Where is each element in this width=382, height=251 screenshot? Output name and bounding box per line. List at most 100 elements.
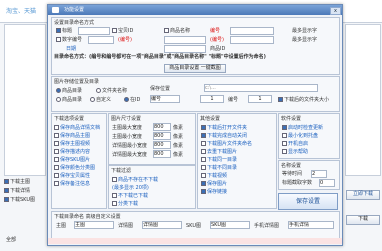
size-row-2-label: 详情图最小宽度: [112, 143, 148, 149]
naming-row2-field2[interactable]: [164, 36, 206, 44]
img-opt-2[interactable]: 文件夹名称: [96, 87, 127, 94]
dialog-title: 功能设置: [64, 7, 85, 13]
dl-item-4[interactable]: 保存SKU图片: [54, 156, 90, 163]
software-settings-group: 软件设置 启动时检查更新 最小化到托盘 开机自启 显示帮助: [278, 113, 340, 159]
download-now-button[interactable]: 立即下载: [346, 190, 380, 200]
save-path-input[interactable]: c:\...: [204, 84, 318, 92]
other-item-2[interactable]: 下载图片文件夹命名: [201, 140, 252, 147]
filter-group: 下载过滤 商品不存在不下载 (最多显示 20项) 不下载已下载 分类下载: [108, 165, 196, 209]
search-placeholder: 淘宝、天猫: [6, 8, 37, 15]
save-path-label: 保存位置: [150, 86, 171, 92]
naming-num-field[interactable]: [230, 27, 274, 35]
other-item-0[interactable]: 下载后打开文件夹: [201, 124, 247, 131]
dl-item-3[interactable]: 保存描述内容: [54, 148, 90, 155]
dl-item-5[interactable]: 保存颜色分类图: [54, 164, 95, 171]
naming-row2-mid: (编号): [118, 37, 132, 43]
size-row-2-unit: 像素: [173, 143, 184, 149]
number-label-2: 编号: [228, 97, 239, 103]
other-settings-group: 其他设置 下载后打开文件夹 下载完成自动关闭 下载图片文件夹命名 去重下载图片 …: [197, 113, 277, 209]
naming-group: 设置目录命名方式 标题 宝贝ID 商品名称 编号 最多显示字 数字编号 (编号)…: [51, 17, 340, 75]
other-item-8[interactable]: 保存链接: [201, 188, 227, 195]
naming-row2-field[interactable]: [88, 36, 114, 44]
dl-item-6[interactable]: 保存宝贝属性: [54, 172, 90, 179]
filter-item-2[interactable]: 不下载已下载: [112, 192, 148, 199]
bottom-item-1-input[interactable]: 详情图: [142, 221, 182, 229]
dl-item-1[interactable]: 保存商品主图: [54, 132, 90, 139]
download-button[interactable]: 下载: [346, 215, 380, 225]
bottom-item-0-label: 主图: [56, 223, 67, 229]
naming-row2-max: 最多显示字: [292, 37, 318, 43]
img-opt-4[interactable]: 自定义: [90, 96, 111, 103]
dl-item-2[interactable]: 保存主图视频: [54, 140, 90, 147]
other-item-6[interactable]: 下载视频: [201, 172, 227, 179]
image-size-group: 图片尺寸设置 主图最大宽度 800 像素 主图最小宽度 800 像素 详情图最小…: [108, 113, 196, 165]
name-rule-0-label: 标题截取字数: [282, 180, 313, 186]
wait-time-label: 等待时间: [282, 171, 303, 177]
bottom-item-3-label: 手机详情图: [254, 223, 280, 229]
naming-row3-field[interactable]: [164, 45, 206, 53]
filter-item-3[interactable]: 分类下载: [112, 200, 138, 207]
bottom-item-3-input[interactable]: 手机详情: [288, 221, 334, 229]
size-row-1-unit: 像素: [173, 134, 184, 140]
naming-opt-num: 编号: [210, 28, 221, 34]
img-opt-5[interactable]: 在ID: [124, 96, 140, 103]
bg-check-main[interactable]: 下载主图: [4, 178, 30, 185]
other-item-4[interactable]: 下载同一目录: [201, 156, 237, 163]
dialog-title-bar: 功能设置 x: [48, 5, 342, 15]
settings-dialog: 功能设置 x 设置目录命名方式 标题 宝贝ID 商品名称 编号 最多显示字 数字…: [47, 4, 343, 246]
close-icon[interactable]: x: [330, 7, 341, 15]
dl-item-7[interactable]: 保存备注信息: [54, 180, 90, 187]
image-path-title: 图片存储位置及目录: [54, 79, 100, 85]
size-row-2-input[interactable]: 800: [153, 141, 171, 149]
app-icon: [52, 7, 59, 13]
bottom-naming-title: 下载目录命名 高级自定义设置: [54, 214, 121, 220]
left-panel: [4, 24, 46, 176]
download-options-group: 下载选项设置 保存商品详情文档 保存商品主图 保存主图视频 保存描述内容 保存S…: [51, 113, 107, 209]
size-row-0-unit: 像素: [173, 125, 184, 131]
number-input-1[interactable]: 1: [200, 95, 224, 103]
img-opt-1[interactable]: 商品目录: [56, 87, 82, 94]
img-opt-3[interactable]: 商品目录: [56, 96, 82, 103]
name-rules-group: 名称设置 等待时间 2 标题截取字数 0: [278, 160, 340, 190]
save-settings-button[interactable]: 保存设置: [278, 193, 338, 210]
bg-check-sku[interactable]: 下载SKU图: [4, 196, 35, 203]
soft-item-1[interactable]: 最小化到托盘: [282, 132, 318, 139]
naming-screenshot-button[interactable]: 商品目录设置 一键截图: [164, 64, 226, 73]
soft-item-3[interactable]: 显示帮助: [282, 148, 308, 155]
name-rule-0-input[interactable]: 0: [319, 179, 335, 187]
bg-bottom-label: 全部: [6, 237, 17, 243]
other-item-5[interactable]: 下载不同目录: [201, 164, 237, 171]
software-title: 软件设置: [281, 116, 302, 122]
other-item-1[interactable]: 下载完成自动关闭: [201, 132, 247, 139]
number-input-2[interactable]: 1: [248, 95, 272, 103]
soft-item-0[interactable]: 启动时检查更新: [282, 124, 323, 131]
naming-row2-left[interactable]: 数字编号: [56, 36, 82, 43]
soft-item-2[interactable]: 开机自启: [282, 140, 308, 147]
size-row-3-input[interactable]: 800: [153, 150, 171, 158]
dl-item-0[interactable]: 保存商品详情文档: [54, 124, 100, 131]
naming-row2-field3[interactable]: [230, 36, 274, 44]
other-item-7[interactable]: 保存图片: [201, 180, 227, 187]
naming-title-field[interactable]: [78, 27, 110, 35]
bottom-item-2-input[interactable]: SKU图: [210, 221, 250, 229]
naming-opt-name[interactable]: 商品名称: [164, 27, 190, 34]
bg-check-detail[interactable]: 下载详情: [4, 187, 30, 194]
naming-max-label: 最多显示字: [292, 28, 318, 34]
other-item-3[interactable]: 去重下载图片: [201, 148, 237, 155]
size-row-0-input[interactable]: 800: [153, 123, 171, 131]
filter-item-0[interactable]: 商品不存在不下载: [112, 176, 158, 183]
name-rules-title: 名称设置: [281, 163, 302, 169]
bottom-item-1-label: 详情图: [118, 223, 134, 229]
number-select[interactable]: 编号: [150, 95, 180, 103]
naming-row3-left[interactable]: 日期: [66, 45, 76, 52]
naming-opt-title[interactable]: 标题: [56, 27, 72, 34]
naming-hint: 目录命名方式：(编号和编号都可在一项"商品目录"或"商品目录名称" "标题"中设…: [54, 54, 266, 60]
wait-time-input[interactable]: 2: [311, 170, 327, 178]
size-option[interactable]: 下载后的文件夹大小: [278, 96, 329, 103]
bottom-item-2-label: SKU图: [186, 223, 201, 229]
bottom-item-0-input[interactable]: 主图: [74, 221, 114, 229]
size-row-1-input[interactable]: 800: [153, 132, 171, 140]
naming-opt-id[interactable]: 宝贝ID: [112, 27, 133, 34]
size-row-3-label: 详情图最大宽度: [112, 152, 148, 158]
size-row-3-unit: 像素: [173, 152, 184, 158]
